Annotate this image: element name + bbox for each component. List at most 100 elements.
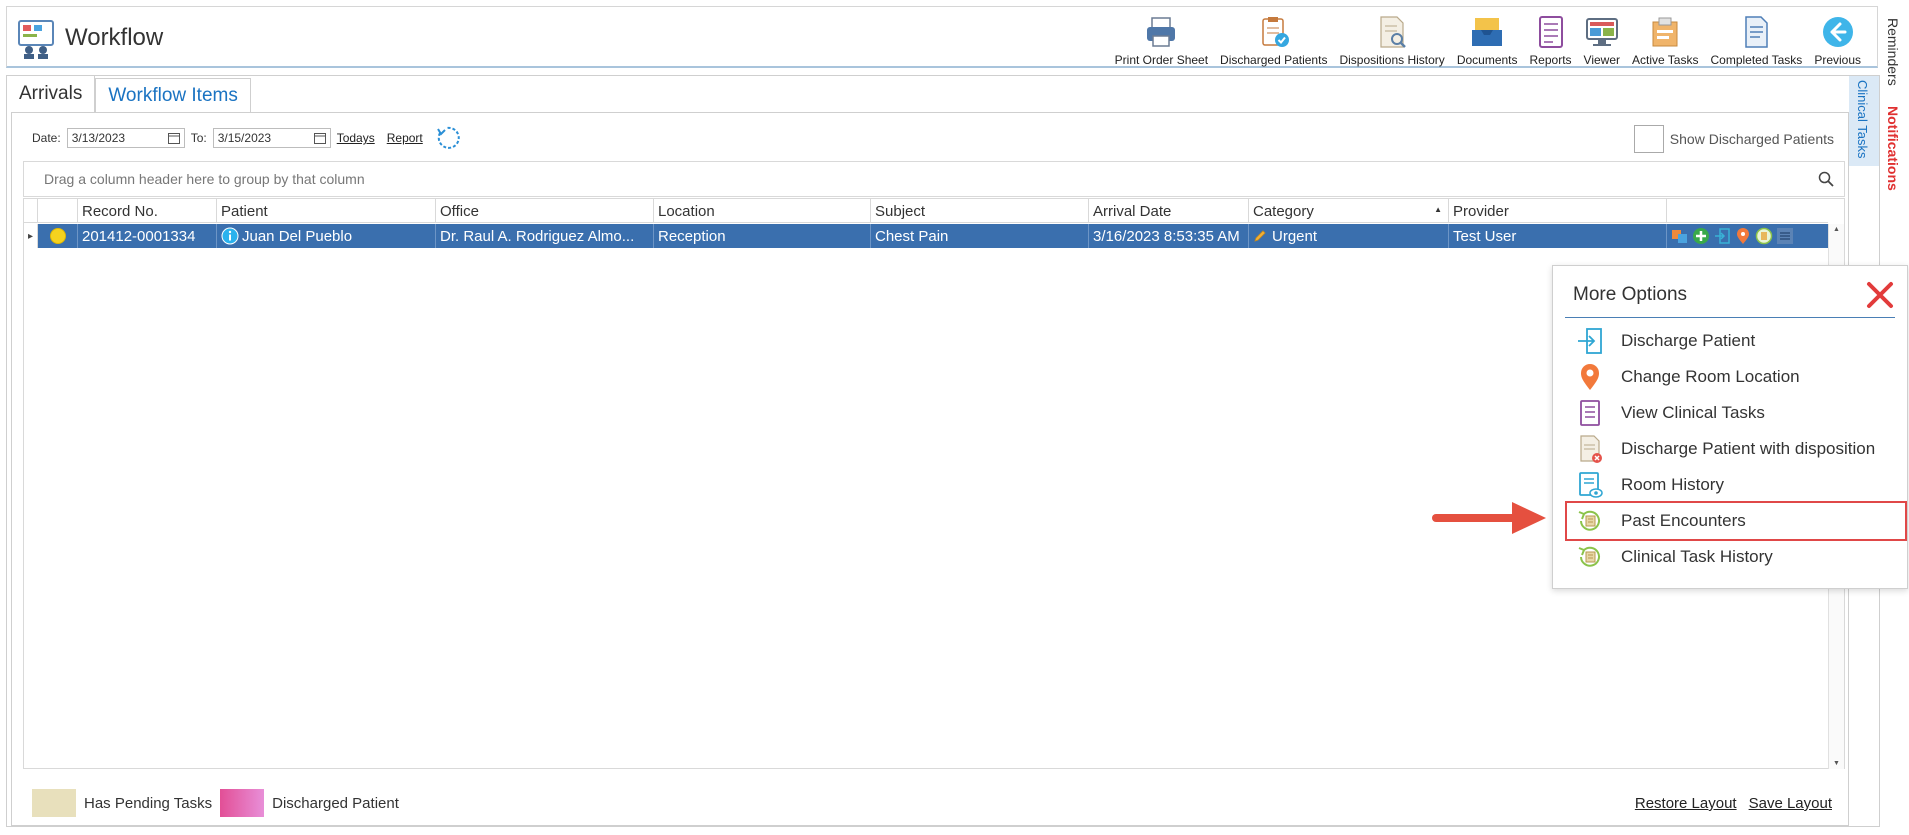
reminders-tab[interactable]: Reminders bbox=[1885, 18, 1901, 86]
tab-bar: Arrivals Workflow Items bbox=[7, 76, 251, 112]
search-icon[interactable] bbox=[1818, 171, 1834, 187]
clinical-tasks-label: Clinical Tasks bbox=[1855, 80, 1870, 159]
document-search-icon bbox=[1380, 16, 1407, 48]
completed-tasks-button[interactable]: Completed Tasks bbox=[1704, 11, 1808, 67]
pencil-icon bbox=[1254, 230, 1266, 242]
patient-cell[interactable]: Juan Del Pueblo bbox=[217, 224, 436, 248]
more-options-popup: More Options Discharge Patient Change Ro… bbox=[1552, 265, 1908, 589]
workflow-logo-icon bbox=[18, 20, 54, 59]
refresh-icon[interactable] bbox=[435, 125, 461, 151]
location-pin-icon[interactable] bbox=[1734, 227, 1752, 245]
page-title: Workflow bbox=[65, 24, 164, 51]
table-row[interactable]: ▸ 201412-0001334 Juan Del Pueblo Dr. Rau… bbox=[24, 224, 1828, 248]
calendar-icon[interactable] bbox=[313, 132, 326, 144]
column-header[interactable]: Office bbox=[436, 199, 654, 223]
date-to-value: 3/15/2023 bbox=[217, 131, 272, 145]
report-link[interactable]: Report bbox=[387, 131, 423, 145]
toolbar-label: Dispositions History bbox=[1339, 53, 1445, 67]
provider-cell: Test User bbox=[1449, 224, 1667, 248]
show-discharged-label: Show Discharged Patients bbox=[1669, 131, 1834, 147]
viewer-button[interactable]: Viewer bbox=[1578, 11, 1626, 67]
active-tasks-button[interactable]: Active Tasks bbox=[1626, 11, 1704, 67]
print-order-sheet-button[interactable]: Print Order Sheet bbox=[1109, 11, 1214, 67]
toolbar-label: Active Tasks bbox=[1632, 53, 1699, 67]
toolbar-label: Reports bbox=[1529, 53, 1572, 67]
status-column-header[interactable] bbox=[38, 199, 78, 223]
show-discharged-checkbox[interactable] bbox=[1633, 125, 1664, 153]
menu-item-room-history[interactable]: Room History bbox=[1567, 467, 1905, 503]
restore-layout-link[interactable]: Restore Layout bbox=[1635, 795, 1737, 812]
reports-button[interactable]: Reports bbox=[1524, 11, 1578, 67]
column-header[interactable]: Subject bbox=[871, 199, 1089, 223]
row-indicator-header bbox=[24, 199, 38, 223]
toolbar-label: Discharged Patients bbox=[1220, 53, 1328, 67]
group-by-panel[interactable]: Drag a column header here to group by th… bbox=[23, 161, 1845, 197]
app-header: Workflow Print Order Sheet Discharged Pa… bbox=[6, 6, 1878, 68]
popup-title: More Options bbox=[1573, 284, 1688, 305]
menu-item-past-encounters[interactable]: Past Encounters bbox=[1565, 501, 1907, 541]
row-indicator: ▸ bbox=[24, 224, 38, 248]
scroll-up-icon[interactable]: ▲ bbox=[1833, 226, 1840, 233]
scroll-down-icon[interactable]: ▼ bbox=[1833, 760, 1840, 767]
location-pin-icon bbox=[1581, 364, 1599, 390]
transfer-icon[interactable] bbox=[1671, 227, 1689, 245]
column-header[interactable]: Arrival Date bbox=[1089, 199, 1249, 223]
office-cell: Dr. Raul A. Rodriguez Almo... bbox=[436, 224, 654, 248]
clipboard-check-icon bbox=[1261, 17, 1289, 47]
row-actions-cell bbox=[1667, 224, 1828, 248]
info-icon[interactable] bbox=[221, 227, 239, 245]
layout-links: Restore Layout Save Layout bbox=[1635, 795, 1832, 812]
close-icon[interactable] bbox=[1865, 280, 1895, 310]
toolbar-label: Documents bbox=[1456, 53, 1518, 67]
show-discharged-toggle[interactable]: Show Discharged Patients bbox=[1633, 125, 1834, 153]
menu-item-view-clinical-tasks[interactable]: View Clinical Tasks bbox=[1567, 395, 1905, 431]
column-header[interactable]: Record No. bbox=[78, 199, 217, 223]
date-label: Date: bbox=[32, 131, 61, 145]
discharge-icon[interactable] bbox=[1713, 227, 1731, 245]
todays-link[interactable]: Todays bbox=[337, 131, 375, 145]
tab-workflow-items[interactable]: Workflow Items bbox=[95, 78, 251, 112]
column-header[interactable]: Provider bbox=[1449, 199, 1667, 223]
column-header[interactable]: Location bbox=[654, 199, 871, 223]
category-column-header[interactable]: Category ▲ bbox=[1249, 199, 1449, 223]
add-icon[interactable] bbox=[1692, 227, 1710, 245]
dispositions-history-button[interactable]: Dispositions History bbox=[1333, 11, 1450, 67]
menu-item-label: Clinical Task History bbox=[1621, 547, 1773, 566]
menu-item-clinical-task-history[interactable]: Clinical Task History bbox=[1567, 539, 1905, 575]
discharged-patients-button[interactable]: Discharged Patients bbox=[1214, 11, 1333, 67]
record-no-cell: 201412-0001334 bbox=[78, 224, 217, 248]
past-encounters-icon[interactable] bbox=[1755, 227, 1773, 245]
actions-column-header bbox=[1667, 199, 1828, 223]
more-options-icon[interactable] bbox=[1776, 227, 1794, 245]
callout-arrow-icon bbox=[1432, 502, 1546, 534]
arrival-date-cell: 3/16/2023 8:53:35 AM bbox=[1089, 224, 1249, 248]
calendar-icon[interactable] bbox=[167, 132, 180, 144]
toolbar-label: Previous bbox=[1814, 53, 1861, 67]
previous-button[interactable]: Previous bbox=[1808, 11, 1867, 67]
date-to-field[interactable]: 3/15/2023 bbox=[212, 128, 331, 148]
documents-button[interactable]: Documents bbox=[1451, 11, 1524, 67]
column-header[interactable]: Patient bbox=[217, 199, 436, 223]
date-from-field[interactable]: 3/13/2023 bbox=[66, 128, 185, 148]
group-by-hint: Drag a column header here to group by th… bbox=[44, 171, 365, 187]
discharge-icon bbox=[1578, 328, 1602, 354]
notifications-tab[interactable]: Notifications bbox=[1885, 106, 1901, 191]
menu-item-label: Change Room Location bbox=[1621, 367, 1800, 386]
popup-divider bbox=[1565, 317, 1895, 318]
toolbar-label: Viewer bbox=[1583, 53, 1621, 67]
save-layout-link[interactable]: Save Layout bbox=[1749, 795, 1832, 812]
toolbar-label: Completed Tasks bbox=[1710, 53, 1803, 67]
clinical-tasks-icon bbox=[1580, 400, 1600, 426]
room-history-icon bbox=[1579, 472, 1603, 498]
menu-item-discharge-patient[interactable]: Discharge Patient bbox=[1567, 323, 1905, 359]
inbox-tray-icon bbox=[1472, 18, 1503, 46]
discharged-patient-swatch bbox=[220, 789, 265, 817]
date-from-value: 3/13/2023 bbox=[71, 131, 126, 145]
clinical-tasks-tab[interactable]: Clinical Tasks bbox=[1849, 76, 1879, 166]
legend-label: Discharged Patient bbox=[272, 794, 399, 812]
legend: Has Pending Tasks Discharged Patient bbox=[32, 789, 399, 817]
menu-item-discharge-with-disposition[interactable]: Discharge Patient with disposition bbox=[1567, 431, 1905, 467]
menu-item-change-room-location[interactable]: Change Room Location bbox=[1567, 359, 1905, 395]
tab-arrivals[interactable]: Arrivals bbox=[7, 76, 96, 112]
disposition-document-icon bbox=[1580, 435, 1602, 463]
